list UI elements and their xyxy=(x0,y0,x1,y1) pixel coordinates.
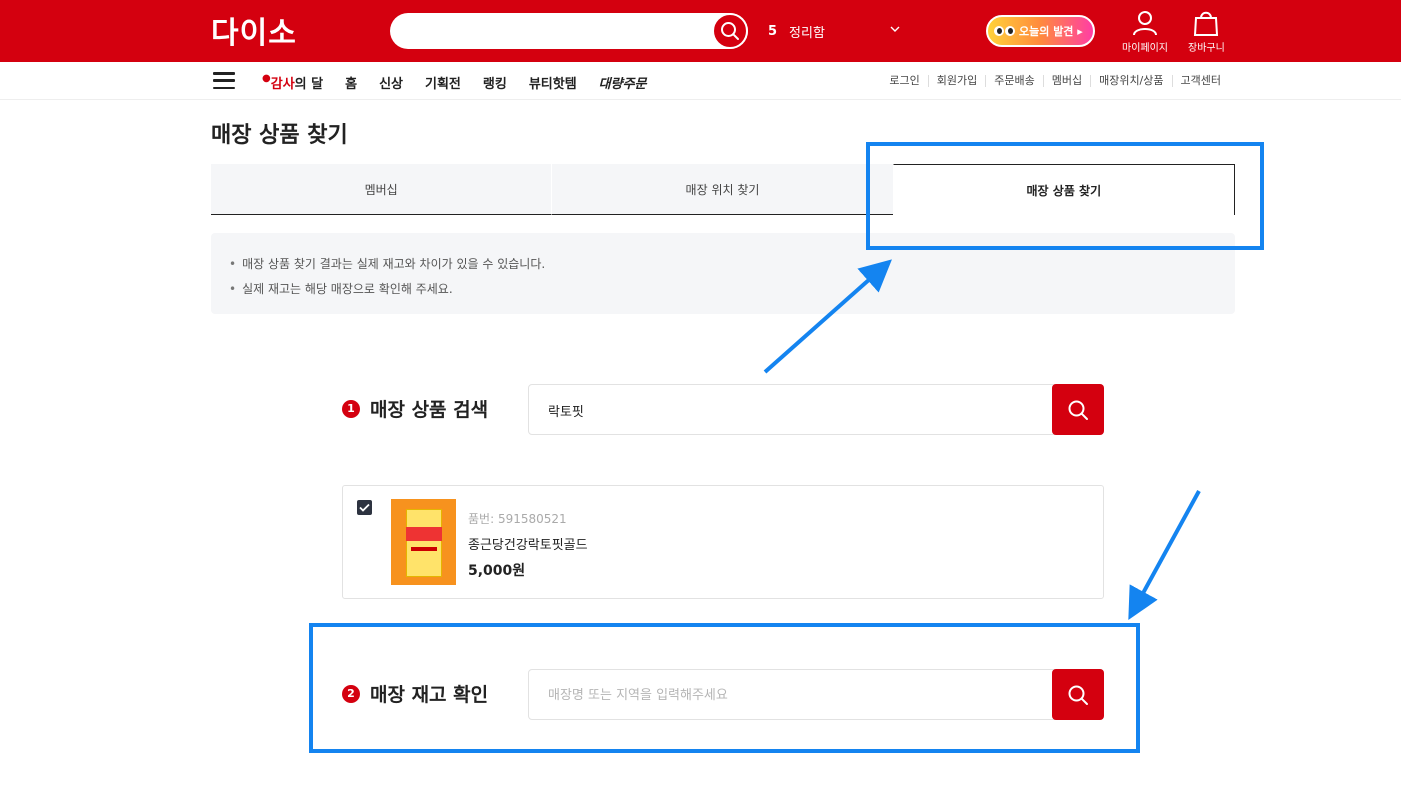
stock-check-field xyxy=(528,669,1104,720)
category-menu: ●감사의 달 홈 신상 기획전 랭킹 뷰티핫템 대량주문 xyxy=(262,73,669,92)
nav-item-beauty[interactable]: 뷰티핫템 xyxy=(529,73,577,92)
nav-item-exhibition[interactable]: 기획전 xyxy=(425,73,461,92)
trending-keyword-text: 정리함 xyxy=(789,26,825,41)
tab-membership[interactable]: 멤버십 xyxy=(211,164,552,215)
store-search-input[interactable] xyxy=(548,686,1048,704)
daiso-logo[interactable]: 다이소 xyxy=(211,13,297,51)
global-search-button[interactable] xyxy=(712,13,748,49)
mypage-link[interactable]: 마이페이지 xyxy=(1122,10,1168,54)
tab-store-location[interactable]: 매장 위치 찾기 xyxy=(551,164,893,215)
notice-box: 매장 상품 찾기 결과는 실제 재고와 차이가 있을 수 있습니다. 실제 재고… xyxy=(211,233,1235,314)
product-search-field xyxy=(528,384,1104,435)
search-icon xyxy=(1068,400,1088,420)
store-location-link[interactable]: 매장위치/상품 xyxy=(1090,75,1171,87)
step-number: 1 xyxy=(342,399,360,418)
check-icon xyxy=(359,503,370,512)
notice-item: 실제 재고는 해당 매장으로 확인해 주세요. xyxy=(229,280,1217,297)
chevron-down-icon[interactable] xyxy=(890,22,900,36)
nav-item-home[interactable]: 홈 xyxy=(345,73,357,92)
nav-item-ranking[interactable]: 랭킹 xyxy=(483,73,507,92)
orders-link[interactable]: 주문배송 xyxy=(985,75,1042,87)
cart-label: 장바구니 xyxy=(1188,43,1225,54)
trending-keyword[interactable]: 5 정리함 xyxy=(768,22,825,41)
page-title: 매장 상품 찾기 xyxy=(211,123,348,148)
arrow-to-stock-check xyxy=(1128,490,1201,621)
login-link[interactable]: 로그인 xyxy=(881,75,927,87)
user-icon xyxy=(1133,11,1157,36)
eyes-icon xyxy=(994,26,1015,36)
product-checkbox[interactable] xyxy=(357,500,372,515)
shopping-bag-icon xyxy=(1194,11,1219,36)
today-discover-label: 오늘의 발견 ▸ xyxy=(1019,25,1083,38)
step-number: 2 xyxy=(342,684,360,703)
main-navigation: ●감사의 달 홈 신상 기획전 랭킹 뷰티핫템 대량주문 로그인 회원가입 주문… xyxy=(0,62,1401,100)
store-search-button[interactable] xyxy=(1052,669,1104,720)
stock-check-label: 매장 재고 확인 xyxy=(370,684,489,706)
product-search-heading: 1 매장 상품 검색 xyxy=(342,395,488,422)
customer-center-link[interactable]: 고객센터 xyxy=(1171,75,1229,87)
nav-item-promo[interactable]: ●감사의 달 xyxy=(262,73,323,92)
nav-item-new[interactable]: 신상 xyxy=(379,73,403,92)
search-icon xyxy=(721,22,739,40)
product-search-label: 매장 상품 검색 xyxy=(370,399,489,421)
search-icon xyxy=(1068,685,1088,705)
product-search-input[interactable] xyxy=(548,401,1048,419)
product-image xyxy=(391,499,456,585)
notice-item: 매장 상품 찾기 결과는 실제 재고와 차이가 있을 수 있습니다. xyxy=(229,255,1217,272)
tab-bar: 멤버십 매장 위치 찾기 매장 상품 찾기 xyxy=(211,164,1235,215)
hamburger-icon[interactable] xyxy=(213,72,235,89)
stock-check-heading: 2 매장 재고 확인 xyxy=(342,680,488,707)
global-search-input[interactable] xyxy=(406,21,706,41)
product-price: 5,000원 xyxy=(468,563,526,579)
trending-rank: 5 xyxy=(768,24,778,39)
product-result-card[interactable]: 품번: 591580521 종근당건강락토핏골드 5,000원 xyxy=(342,485,1104,599)
cart-link[interactable]: 장바구니 xyxy=(1188,10,1225,54)
product-search-button[interactable] xyxy=(1052,384,1104,435)
nav-item-bulk-order[interactable]: 대량주문 xyxy=(599,73,647,92)
mypage-label: 마이페이지 xyxy=(1122,43,1168,54)
utility-links: 로그인 회원가입 주문배송 멤버십 매장위치/상품 고객센터 xyxy=(881,75,1229,87)
membership-link[interactable]: 멤버십 xyxy=(1042,75,1090,87)
top-header: 다이소 5 정리함 오늘의 발견 ▸ 마이페이지 장바구니 xyxy=(0,0,1401,62)
signup-link[interactable]: 회원가입 xyxy=(927,75,985,87)
tab-store-product[interactable]: 매장 상품 찾기 xyxy=(892,164,1235,215)
today-discover-button[interactable]: 오늘의 발견 ▸ xyxy=(986,15,1095,47)
product-name: 종근당건강락토핏골드 xyxy=(468,538,588,553)
product-code: 품번: 591580521 xyxy=(468,512,567,526)
global-search-bar xyxy=(390,13,748,49)
